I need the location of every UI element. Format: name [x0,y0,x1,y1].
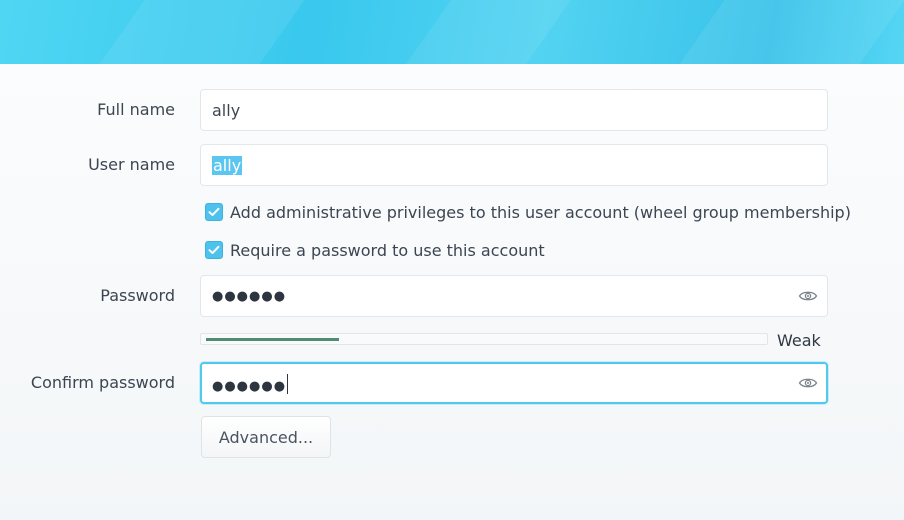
user-account-form: Full name ally User name ally Add admini… [0,64,904,520]
full-name-input[interactable]: ally [200,89,828,131]
check-icon [208,245,220,254]
password-strength-bar [200,333,768,345]
user-name-input[interactable]: ally [200,144,828,186]
password-input[interactable]: ●●●●●● [200,275,828,317]
eye-icon[interactable] [798,375,818,391]
full-name-value: ally [212,101,241,120]
eye-icon[interactable] [798,288,818,304]
header-banner [0,0,904,64]
password-strength-label: Weak [777,331,821,350]
check-icon [208,207,220,216]
full-name-label: Full name [97,100,175,119]
password-strength-fill [206,338,339,341]
require-password-checkbox[interactable] [205,241,223,259]
user-name-selection: ally [212,156,243,175]
confirm-password-input[interactable]: ●●●●●● [200,362,828,404]
confirm-password-label: Confirm password [30,373,175,392]
user-name-label: User name [88,155,175,174]
admin-privileges-label: Add administrative privileges to this us… [230,202,851,222]
advanced-button[interactable]: Advanced... [201,416,331,458]
password-value: ●●●●●● [212,289,287,304]
password-label: Password [100,286,175,305]
text-cursor [287,374,289,394]
admin-privileges-checkbox[interactable] [205,203,223,221]
confirm-password-dots: ●●●●●● [212,379,287,394]
confirm-password-value: ●●●●●● [212,374,289,397]
require-password-checkbox-row[interactable]: Require a password to use this account [205,239,545,261]
admin-privileges-checkbox-row[interactable]: Add administrative privileges to this us… [205,201,851,223]
require-password-label: Require a password to use this account [230,240,545,260]
user-name-value: ally [212,156,243,176]
